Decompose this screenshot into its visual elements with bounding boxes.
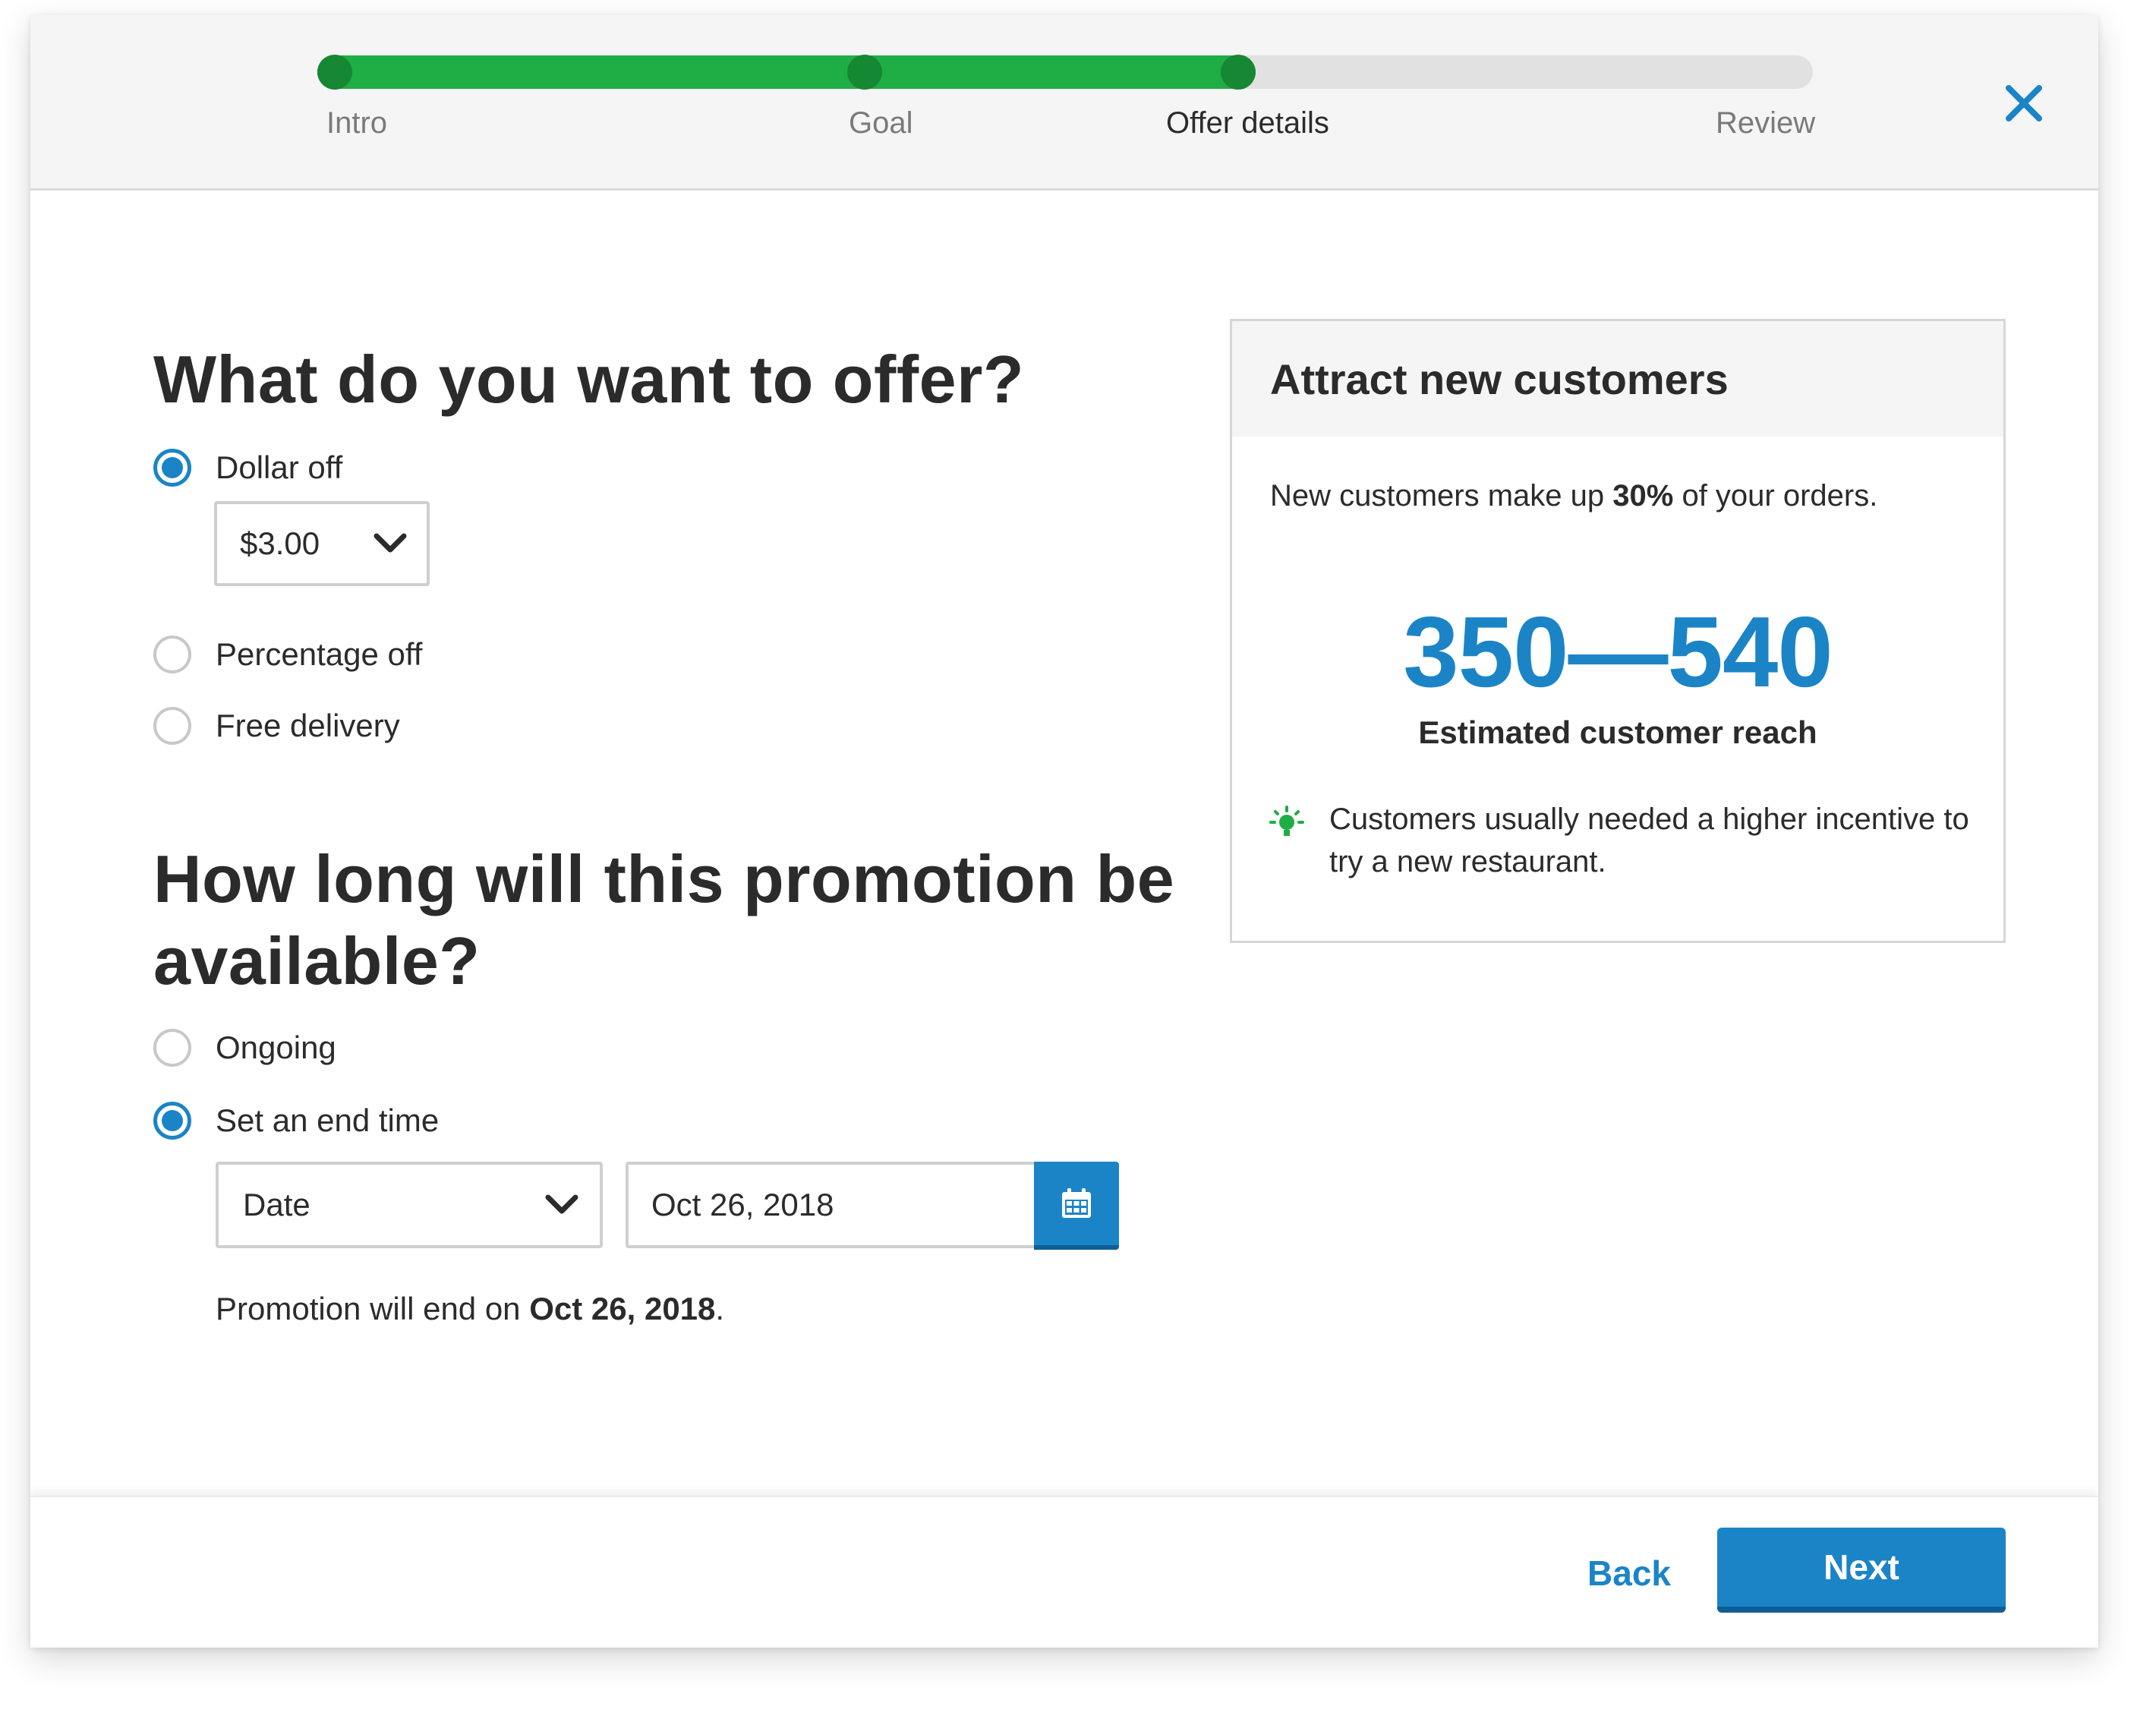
insight-card-text: New customers make up 30% of your orders…: [1270, 479, 1877, 513]
end-note-suffix: .: [715, 1291, 725, 1326]
radio-percentage-off[interactable]: Percentage off: [153, 632, 422, 677]
radio-ongoing[interactable]: Ongoing: [153, 1025, 336, 1071]
progress-track: [317, 55, 1813, 89]
end-date-value: Oct 26, 2018: [651, 1187, 834, 1222]
next-button[interactable]: Next: [1717, 1528, 2006, 1613]
lightbulb-icon: [1269, 806, 1304, 836]
insight-card: Attract new customers New customers make…: [1230, 319, 2006, 943]
radio-label: Free delivery: [216, 708, 400, 743]
estimated-reach-label: Estimated customer reach: [1418, 714, 1817, 750]
end-note-prefix: Promotion will end on: [216, 1291, 530, 1326]
radio-label: Dollar off: [216, 449, 343, 485]
insight-text-prefix: New customers make up: [1270, 479, 1613, 512]
progress-fill: [317, 55, 1245, 89]
radio-label: Ongoing: [216, 1030, 336, 1065]
end-date-note: Promotion will end on Oct 26, 2018.: [216, 1291, 724, 1327]
back-button[interactable]: Back: [1553, 1535, 1705, 1611]
duration-heading-line1: How long will this promotion be: [153, 841, 1175, 916]
radio-button[interactable]: [153, 707, 191, 745]
step-dot-offer-details: [1221, 55, 1256, 90]
end-note-date: Oct 26, 2018: [529, 1291, 716, 1326]
step-dot-goal: [847, 55, 882, 90]
step-label-review: Review: [1716, 106, 1816, 140]
insight-card-title: Attract new customers: [1270, 355, 1729, 403]
step-label-intro[interactable]: Intro: [326, 106, 387, 140]
radio-label: Set an end time: [216, 1102, 440, 1138]
chevron-down-icon: [545, 1194, 578, 1214]
estimated-reach-value: 350—540: [1403, 596, 1833, 708]
calendar-icon: [1062, 1188, 1091, 1218]
end-type-select-value: Date: [243, 1187, 310, 1222]
radio-button[interactable]: [153, 449, 191, 487]
close-icon: [2006, 85, 2042, 121]
radio-dollar-off[interactable]: Dollar off: [153, 445, 342, 490]
wizard-header: Intro Goal Offer details Review: [30, 15, 2098, 191]
amount-select-value: $3.00: [240, 525, 320, 561]
offer-heading: What do you want to offer?: [153, 342, 1025, 417]
duration-heading-line2: available?: [153, 923, 481, 998]
radio-button[interactable]: [153, 1029, 191, 1067]
insight-card-header: Attract new customers: [1232, 321, 2003, 437]
promotion-wizard-modal: Intro Goal Offer details Review What do …: [30, 15, 2098, 1648]
insight-text-percentage: 30%: [1612, 479, 1674, 512]
radio-button[interactable]: [153, 636, 191, 673]
insight-tip-text: Customers usually needed a higher incent…: [1329, 803, 1969, 878]
step-dot-intro: [317, 55, 352, 90]
step-label-offer-details: Offer details: [1166, 106, 1329, 140]
radio-label: Percentage off: [216, 636, 423, 672]
insight-text-suffix: of your orders.: [1673, 479, 1878, 512]
radio-set-end-time[interactable]: Set an end time: [153, 1098, 439, 1143]
step-label-goal[interactable]: Goal: [849, 106, 913, 140]
radio-free-delivery[interactable]: Free delivery: [153, 703, 400, 749]
close-button[interactable]: [2001, 80, 2047, 126]
end-type-select[interactable]: Date: [216, 1162, 603, 1248]
wizard-footer: Back Next: [30, 1496, 2098, 1648]
calendar-button[interactable]: [1034, 1162, 1119, 1250]
amount-select[interactable]: $3.00: [214, 501, 430, 586]
radio-button[interactable]: [153, 1102, 191, 1140]
chevron-down-icon: [374, 533, 407, 553]
